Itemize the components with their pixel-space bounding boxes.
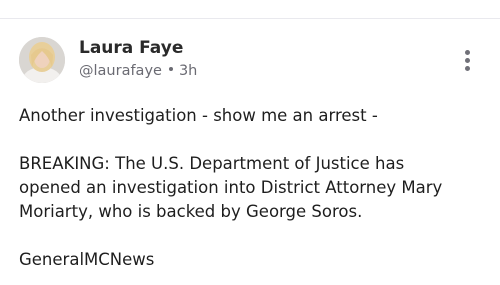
top-divider [0,18,500,19]
post-paragraph: BREAKING: The U.S. Department of Justice… [19,154,443,221]
post-timestamp[interactable]: 3h [179,63,197,79]
author-handle[interactable]: @laurafaye [79,63,162,79]
more-options-button[interactable] [458,46,478,76]
post-body: Another investigation - show me an arres… [19,104,489,285]
avatar-photo [19,37,65,83]
post-paragraph: GeneralMCNews [19,250,155,269]
separator-dot [168,67,173,71]
vertical-ellipsis-icon [465,66,470,71]
post-paragraph: Another investigation - show me an arres… [19,106,378,125]
vertical-ellipsis-icon [465,58,470,63]
author-name[interactable]: Laura Faye [79,38,183,58]
avatar[interactable] [19,37,65,83]
vertical-ellipsis-icon [465,50,470,55]
post-meta: @laurafaye 3h [79,63,197,79]
